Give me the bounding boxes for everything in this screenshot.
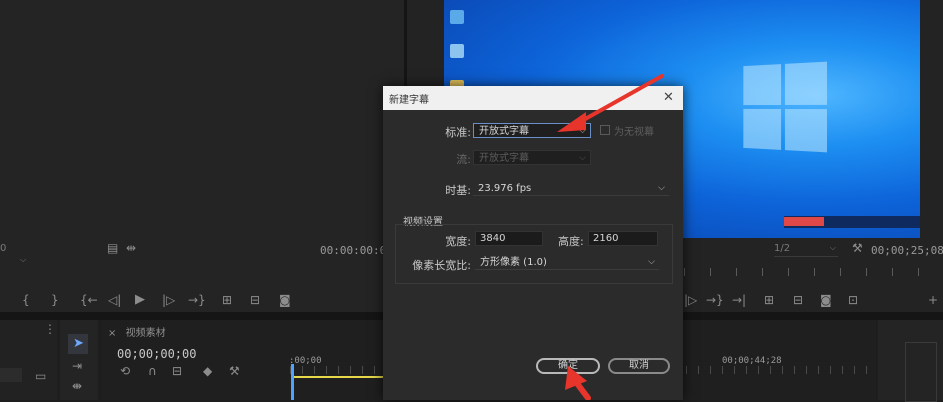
taskbar-red-item xyxy=(784,217,824,226)
panel-menu-icon[interactable]: ⋮ xyxy=(44,323,56,335)
selection-arrow-icon: ➤ xyxy=(73,336,84,351)
chevron-down-icon: ⌵ xyxy=(648,257,655,267)
timebase-label: 时基: xyxy=(445,184,471,197)
stream-checkbox[interactable] xyxy=(600,125,610,135)
program-scrubber[interactable] xyxy=(684,268,943,276)
settings-wrench-icon[interactable]: ▤ xyxy=(107,242,118,254)
work-area-bar[interactable] xyxy=(294,376,386,378)
dialog-titlebar: 新建字幕 ✕ xyxy=(383,86,683,110)
wrench-icon[interactable]: ⚒ xyxy=(852,242,863,254)
windows-logo xyxy=(743,61,828,153)
standard-label: 标准: xyxy=(445,126,471,139)
chevron-down-icon: ⌵ xyxy=(658,183,665,193)
step-forward-icon[interactable]: |▷ xyxy=(162,294,175,306)
overwrite-icon[interactable]: ⊟ xyxy=(250,294,260,306)
fit-icon[interactable]: ⇹ xyxy=(126,242,136,254)
timeline-current-timecode[interactable]: 00;00;00;00 xyxy=(117,347,196,361)
folder-icon[interactable]: ▭ xyxy=(35,370,46,382)
timebase-select[interactable]: 23.976 fps ⌵ xyxy=(473,181,669,196)
go-to-next-icon[interactable]: →| xyxy=(732,294,746,306)
standard-select[interactable]: 开放式字幕 ⌵ xyxy=(473,123,591,138)
camera-icon[interactable]: ◙ xyxy=(820,294,832,306)
desktop-icon xyxy=(450,10,464,24)
new-captions-dialog: 新建字幕 ✕ 标准: 开放式字幕 ⌵ 为无视幕 流: 开放式字幕 ⌵ 时基: 2… xyxy=(383,86,683,400)
step-back-icon[interactable]: ◁| xyxy=(108,294,121,306)
vr-icon[interactable]: ⊡ xyxy=(848,294,858,306)
plus-icon[interactable]: + xyxy=(928,294,938,306)
wrench-icon[interactable]: ⚒ xyxy=(229,365,240,377)
timeline-tab[interactable]: × 视频素材 xyxy=(108,324,166,339)
program-zoom-value: 1/2 xyxy=(774,243,791,254)
lift-icon[interactable]: ⊞ xyxy=(764,294,774,306)
mark-in-icon[interactable]: { xyxy=(22,294,30,306)
project-search-field[interactable] xyxy=(0,368,22,382)
source-zoom-value: 0 xyxy=(0,243,7,254)
extract-icon[interactable]: ⊟ xyxy=(793,294,803,306)
mark-out-icon[interactable]: } xyxy=(51,294,59,306)
program-zoom-select[interactable]: 1/2 ⌵ xyxy=(774,243,838,257)
height-label: 高度: xyxy=(558,235,584,248)
close-icon[interactable]: ✕ xyxy=(663,90,674,105)
pixel-aspect-select[interactable]: 方形像素 (1.0) ⌵ xyxy=(475,255,659,270)
program-timecode: 00;00;25;08 xyxy=(871,244,943,257)
track-select-icon[interactable]: ⇥ xyxy=(72,360,82,372)
insert-icon[interactable]: ⊞ xyxy=(222,294,232,306)
step-forward-icon[interactable]: |▷ xyxy=(684,294,697,306)
snap-icon[interactable]: ⟲ xyxy=(120,365,130,377)
stream-select: 开放式字幕 ⌵ xyxy=(473,150,591,165)
chevron-down-icon: ⌵ xyxy=(579,153,586,163)
ripple-edit-icon[interactable]: ⇼ xyxy=(72,380,82,392)
source-monitor xyxy=(0,0,404,312)
width-field[interactable]: 3840 xyxy=(475,231,543,246)
camera-icon[interactable]: ◙ xyxy=(279,294,291,306)
go-to-out-icon[interactable]: →} xyxy=(706,294,724,306)
dialog-title: 新建字幕 xyxy=(389,95,429,106)
timeline-tab-title: 视频素材 xyxy=(125,328,166,339)
play-icon[interactable]: ▶ xyxy=(135,293,145,306)
go-to-in-icon[interactable]: {← xyxy=(80,294,98,306)
pixel-aspect-label: 像素长宽比: xyxy=(412,259,471,272)
stream-label: 流: xyxy=(456,153,471,166)
close-icon[interactable]: × xyxy=(108,328,116,339)
pixel-aspect-select-value: 方形像素 (1.0) xyxy=(480,257,547,268)
width-label: 宽度: xyxy=(445,235,471,248)
ok-button[interactable]: 确定 xyxy=(536,358,600,374)
audio-meter xyxy=(905,342,937,402)
magnet-icon[interactable]: ∩ xyxy=(148,365,157,377)
desktop-icon xyxy=(450,44,464,58)
chevron-down-icon: ⌵ xyxy=(579,126,586,136)
stream-select-value: 开放式字幕 xyxy=(479,153,529,164)
marker-icon[interactable]: ◆ xyxy=(203,365,212,377)
source-zoom-select[interactable]: 0 ⌵ xyxy=(0,243,34,264)
timebase-select-value: 23.976 fps xyxy=(478,183,532,194)
chevron-down-icon: ⌵ xyxy=(829,243,836,252)
stream-checkbox-label: 为无视幕 xyxy=(614,127,654,138)
chevron-down-icon: ⌵ xyxy=(20,255,27,264)
playhead[interactable] xyxy=(291,364,294,400)
go-to-out-icon[interactable]: →} xyxy=(188,294,206,306)
cancel-button[interactable]: 取消 xyxy=(608,358,670,374)
height-field[interactable]: 2160 xyxy=(588,231,658,246)
linked-selection-icon[interactable]: ⊟ xyxy=(172,365,182,377)
standard-select-value: 开放式字幕 xyxy=(479,126,529,137)
source-timecode: 00:00:00:00 xyxy=(320,244,393,257)
ruler-mid-label: 00;00;44;28 xyxy=(722,356,782,366)
